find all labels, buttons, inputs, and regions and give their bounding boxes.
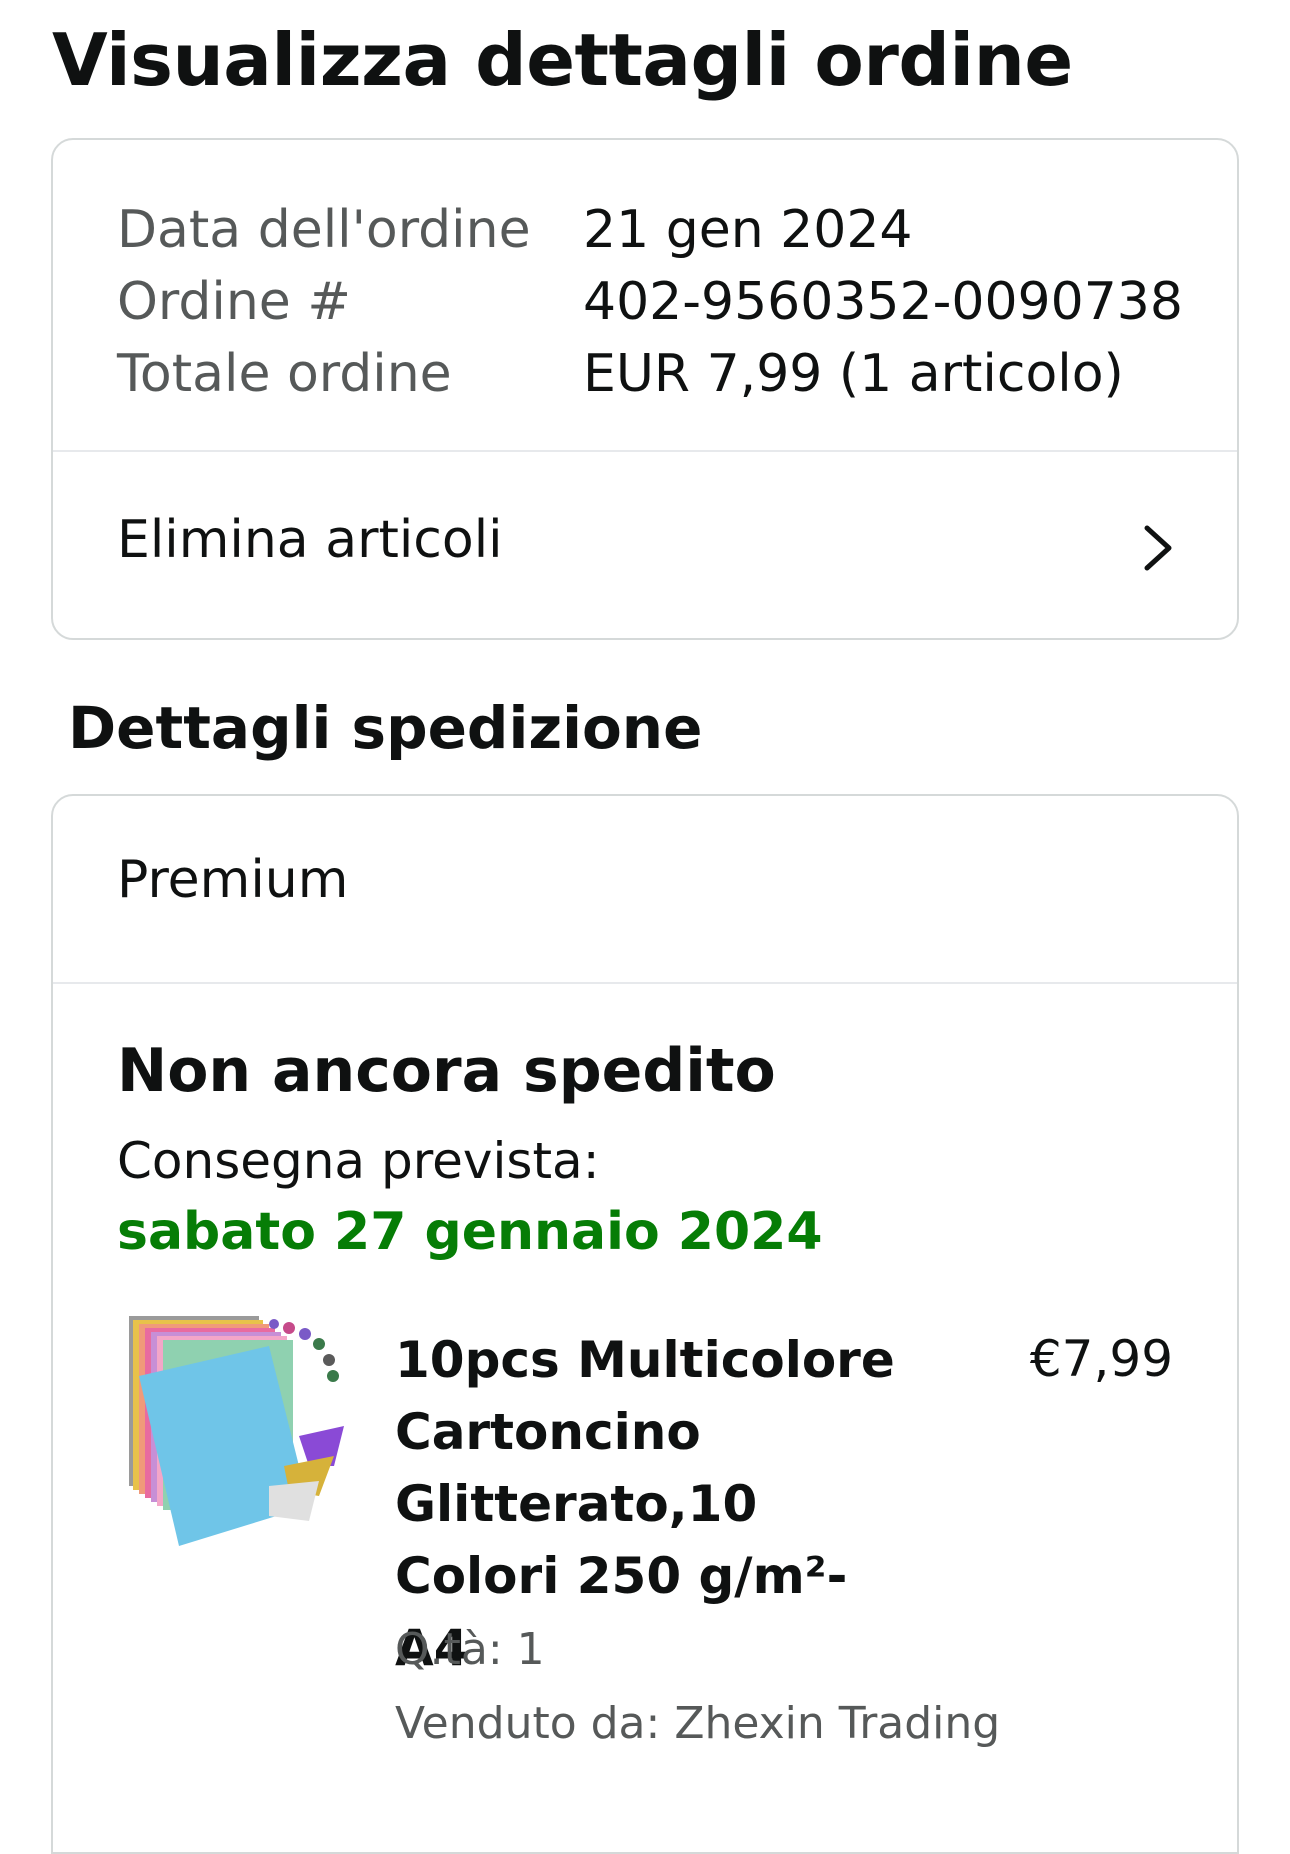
order-number-row: Ordine # 402-9560352-0090738	[117, 266, 1183, 338]
order-date-row: Data dell'ordine 21 gen 2024	[117, 194, 1183, 266]
product-price: €7,99	[1029, 1330, 1173, 1388]
product-seller: Venduto da: Zhexin Trading	[395, 1698, 1001, 1749]
order-number-value: 402-9560352-0090738	[583, 272, 1183, 332]
order-total-value: EUR 7,99 (1 articolo)	[583, 344, 1124, 404]
order-date-value: 21 gen 2024	[583, 200, 913, 260]
delivery-estimate-date: sabato 27 gennaio 2024	[117, 1202, 823, 1262]
delivery-estimate-label: Consegna prevista:	[117, 1132, 600, 1190]
product-quantity: Q.tà: 1	[395, 1624, 545, 1675]
shipping-method: Premium	[117, 850, 349, 910]
order-summary-card: Data dell'ordine 21 gen 2024 Ordine # 40…	[51, 138, 1239, 640]
shipment-status: Non ancora spedito	[117, 1036, 776, 1106]
order-number-label: Ordine #	[117, 272, 351, 332]
shipping-divider	[53, 982, 1237, 984]
order-total-label: Totale ordine	[117, 344, 452, 404]
page-title: Visualizza dettagli ordine	[52, 18, 1073, 102]
delete-items-row[interactable]: Elimina articoli	[53, 452, 1237, 638]
delete-items-label: Elimina articoli	[117, 510, 503, 570]
order-summary-rows: Data dell'ordine 21 gen 2024 Ordine # 40…	[117, 194, 1183, 410]
shipping-section-title: Dettagli spedizione	[68, 694, 703, 762]
shipping-card: Premium Non ancora spedito Consegna prev…	[51, 794, 1239, 1854]
product-thumbnail[interactable]	[119, 1316, 359, 1556]
chevron-right-icon	[1144, 525, 1172, 571]
order-total-row: Totale ordine EUR 7,99 (1 articolo)	[117, 338, 1183, 410]
order-date-label: Data dell'ordine	[117, 200, 531, 260]
